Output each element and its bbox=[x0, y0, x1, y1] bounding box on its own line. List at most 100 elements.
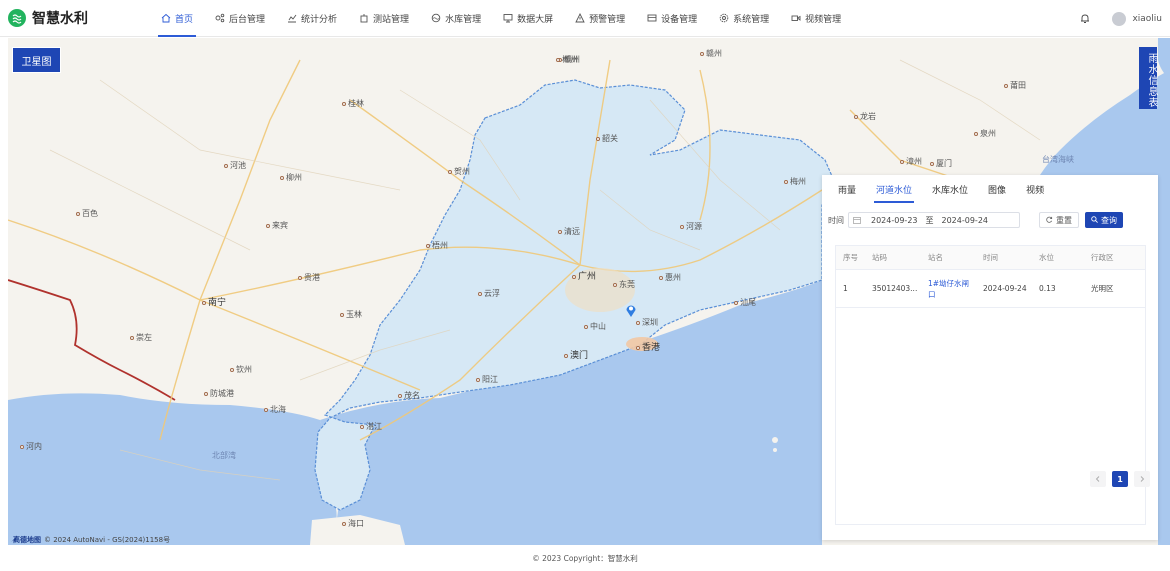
next-page-button[interactable] bbox=[1134, 471, 1150, 487]
col-header: 序号 bbox=[843, 253, 858, 262]
nav-label: 统计分析 bbox=[301, 14, 338, 25]
map-attribution: 高德地图 © 2024 AutoNavi - GS(2024)1158号 bbox=[11, 536, 171, 544]
table-row[interactable]: 1 35012403... 1#坳仔水闸口 2024-09-24 0.13 光明… bbox=[836, 270, 1145, 308]
warning-icon bbox=[575, 13, 585, 23]
date-range-picker[interactable]: 2024-09-23 至 2024-09-24 bbox=[848, 212, 1020, 228]
prev-page-button[interactable] bbox=[1090, 471, 1106, 487]
city-label: 惠州 bbox=[659, 272, 681, 283]
city-label: 钦州 bbox=[230, 364, 252, 375]
cell-station-name-link[interactable]: 1#坳仔水闸口 bbox=[921, 278, 976, 300]
city-label: 郴州 bbox=[556, 54, 578, 65]
nav-label: 设备管理 bbox=[661, 14, 698, 25]
nav-home[interactable]: 首页 bbox=[150, 0, 204, 37]
city-label: 湛江 bbox=[360, 421, 382, 432]
water-logo-icon bbox=[8, 9, 26, 27]
cell-time: 2024-09-24 bbox=[983, 284, 1027, 293]
rain-info-tab[interactable]: 雨水信息表 bbox=[1139, 47, 1157, 109]
sea-label: 台湾海峡 bbox=[1042, 155, 1074, 164]
col-header: 时间 bbox=[983, 253, 998, 262]
end-date[interactable]: 2024-09-24 bbox=[942, 216, 989, 225]
bell-icon[interactable] bbox=[1080, 9, 1090, 28]
table-header: 序号 站码 站名 时间 水位 行政区 bbox=[836, 246, 1145, 270]
city-label: 汕尾 bbox=[734, 297, 756, 308]
city-label: 深圳 bbox=[636, 317, 658, 328]
city-label: 河内 bbox=[20, 441, 42, 452]
nav-system[interactable]: 系统管理 bbox=[708, 0, 780, 37]
city-label: 河源 bbox=[680, 221, 702, 232]
nav-reservoir[interactable]: 水库管理 bbox=[420, 0, 492, 37]
cell-level: 0.13 bbox=[1039, 284, 1056, 293]
brand[interactable]: 智慧水利 bbox=[8, 8, 150, 28]
device-icon bbox=[647, 13, 657, 23]
date-separator: 至 bbox=[925, 215, 934, 225]
city-label: 澳门 bbox=[564, 348, 588, 361]
cell-district: 光明区 bbox=[1091, 284, 1114, 293]
calendar-icon bbox=[853, 216, 861, 224]
city-label: 阳江 bbox=[476, 374, 498, 385]
nav-label: 后台管理 bbox=[229, 14, 266, 25]
reservoir-icon bbox=[431, 13, 441, 23]
nav-label: 首页 bbox=[175, 14, 194, 25]
nav-label: 测站管理 bbox=[373, 14, 410, 25]
nav-label: 视频管理 bbox=[805, 14, 842, 25]
col-header: 水位 bbox=[1039, 253, 1054, 262]
city-label: 清远 bbox=[558, 226, 580, 237]
nav-statistics[interactable]: 统计分析 bbox=[276, 0, 348, 37]
nav-dashboard[interactable]: 数据大屏 bbox=[492, 0, 564, 37]
cell-index: 1 bbox=[843, 284, 848, 293]
main-nav: 首页 后台管理 统计分析 测站管理 水库管理 数据大屏 预警管理 设备管理 系统… bbox=[150, 0, 852, 37]
city-label: 泉州 bbox=[974, 128, 996, 139]
city-label: 东莞 bbox=[613, 279, 635, 290]
panel-tabs: 雨量 河道水位 水库水位 图像 视频 bbox=[822, 175, 1158, 203]
city-label: 龙岩 bbox=[854, 111, 876, 122]
query-button[interactable]: 查询 bbox=[1085, 212, 1123, 228]
sea-label: 北部湾 bbox=[212, 451, 236, 460]
tab-video[interactable]: 视频 bbox=[1016, 183, 1054, 203]
city-label: 云浮 bbox=[478, 288, 500, 299]
avatar[interactable] bbox=[1112, 11, 1127, 26]
monitor-icon bbox=[503, 13, 513, 23]
city-label: 茂名 bbox=[398, 390, 420, 401]
tab-image[interactable]: 图像 bbox=[978, 183, 1016, 203]
nav-label: 预警管理 bbox=[589, 14, 626, 25]
nav-video[interactable]: 视频管理 bbox=[780, 0, 852, 37]
pagination: 1 bbox=[1084, 471, 1150, 487]
city-label: 莆田 bbox=[1004, 80, 1026, 91]
col-header: 站名 bbox=[928, 253, 943, 262]
col-header: 站码 bbox=[872, 253, 887, 262]
city-label: 海口 bbox=[342, 518, 364, 529]
city-label: 百色 bbox=[76, 208, 98, 219]
tab-rainfall[interactable]: 雨量 bbox=[828, 183, 866, 203]
city-label: 梧州 bbox=[426, 240, 448, 251]
nav-backend[interactable]: 后台管理 bbox=[204, 0, 276, 37]
water-data-panel: 雨量 河道水位 水库水位 图像 视频 时间 2024-09-23 至 2024-… bbox=[822, 175, 1158, 540]
city-label: 河池 bbox=[224, 160, 246, 171]
page-number-button[interactable]: 1 bbox=[1112, 471, 1128, 487]
start-date[interactable]: 2024-09-23 bbox=[871, 216, 918, 225]
chart-icon bbox=[287, 13, 297, 23]
nav-warning[interactable]: 预警管理 bbox=[564, 0, 636, 37]
city-label: 防城港 bbox=[204, 388, 234, 399]
video-icon bbox=[791, 13, 801, 23]
nodes-icon bbox=[215, 13, 225, 23]
tab-river-level[interactable]: 河道水位 bbox=[866, 183, 922, 203]
nav-label: 水库管理 bbox=[445, 14, 482, 25]
city-label: 贺州 bbox=[448, 166, 470, 177]
tab-reservoir-level[interactable]: 水库水位 bbox=[922, 183, 978, 203]
nav-label: 数据大屏 bbox=[517, 14, 554, 25]
city-label: 漳州 bbox=[900, 156, 922, 167]
time-label: 时间 bbox=[828, 215, 844, 225]
station-marker-icon[interactable] bbox=[625, 303, 637, 318]
city-label: 赣州 bbox=[700, 48, 722, 59]
city-label: 北海 bbox=[264, 404, 286, 415]
city-label: 贵港 bbox=[298, 272, 320, 283]
city-label: 中山 bbox=[584, 321, 606, 332]
reset-button[interactable]: 重置 bbox=[1039, 212, 1079, 228]
username[interactable]: xiaoliu bbox=[1132, 14, 1162, 24]
app-title: 智慧水利 bbox=[32, 11, 88, 27]
nav-device[interactable]: 设备管理 bbox=[636, 0, 708, 37]
copyright-text: © 2023 Copyright：智慧水利 bbox=[532, 553, 638, 563]
satellite-toggle-button[interactable]: 卫星图 bbox=[12, 47, 61, 73]
nav-station[interactable]: 测站管理 bbox=[348, 0, 420, 37]
city-label: 崇左 bbox=[130, 332, 152, 343]
